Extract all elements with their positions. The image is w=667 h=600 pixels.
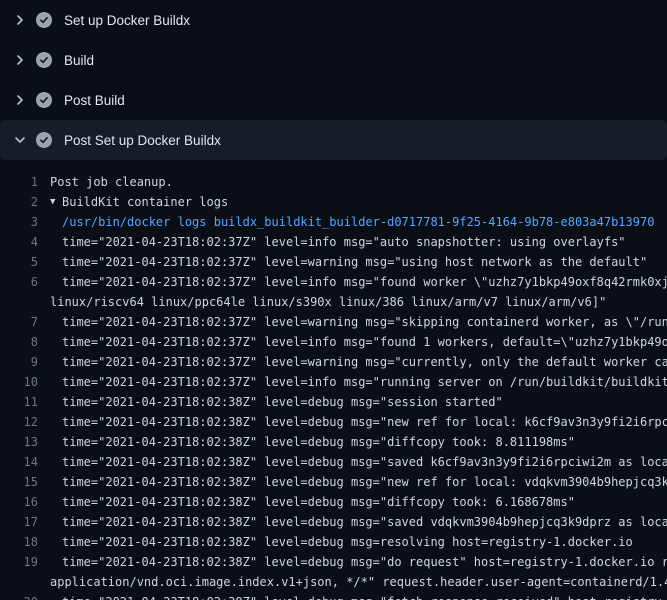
chevron-down-icon[interactable] — [12, 132, 28, 148]
log-line-text: time="2021-04-23T18:02:38Z" level=debug … — [62, 412, 667, 432]
log-line: 6 time="2021-04-23T18:02:37Z" level=info… — [0, 272, 667, 292]
log-line-text: time="2021-04-23T18:02:38Z" level=debug … — [62, 392, 503, 412]
log-line-text: time="2021-04-23T18:02:37Z" level=warnin… — [62, 312, 667, 332]
log-line: 8 time="2021-04-23T18:02:37Z" level=info… — [0, 332, 667, 352]
log-line-number[interactable]: 16 — [0, 492, 38, 512]
step-row[interactable]: Post Build — [0, 80, 667, 120]
log-line-number[interactable]: 14 — [0, 452, 38, 472]
log-line: 19 time="2021-04-23T18:02:38Z" level=deb… — [0, 552, 667, 572]
log-line-number[interactable]: 1 — [0, 172, 38, 192]
log-line-number[interactable]: 20 — [0, 592, 38, 600]
log-line: 2 ▼ BuildKit container logs — [0, 192, 667, 212]
log-line-number[interactable]: 10 — [0, 372, 38, 392]
log-line-text: time="2021-04-23T18:02:37Z" level=info m… — [62, 372, 667, 392]
step-row[interactable]: Post Set up Docker Buildx — [0, 120, 667, 160]
log-line-text: time="2021-04-23T18:02:37Z" level=info m… — [62, 332, 667, 352]
log-line-text: time="2021-04-23T18:02:38Z" level=debug … — [62, 592, 667, 600]
log-line-text: time="2021-04-23T18:02:37Z" level=warnin… — [62, 352, 667, 372]
log-line-number[interactable]: 3 — [0, 212, 38, 232]
log-line-number[interactable]: 4 — [0, 232, 38, 252]
log-line-text: time="2021-04-23T18:02:38Z" level=debug … — [62, 532, 633, 552]
log-line: 20 time="2021-04-23T18:02:38Z" level=deb… — [0, 592, 667, 600]
log-line: 7 time="2021-04-23T18:02:37Z" level=warn… — [0, 312, 667, 332]
chevron-right-icon[interactable] — [12, 52, 28, 68]
log-line: 9 time="2021-04-23T18:02:37Z" level=warn… — [0, 352, 667, 372]
log-line-text: time="2021-04-23T18:02:38Z" level=debug … — [62, 432, 575, 452]
log-line-text: Post job cleanup. — [50, 172, 173, 192]
log-line: 15 time="2021-04-23T18:02:38Z" level=deb… — [0, 472, 667, 492]
step-label: Post Set up Docker Buildx — [64, 133, 221, 148]
log-line-text: time="2021-04-23T18:02:38Z" level=debug … — [62, 552, 667, 572]
chevron-right-icon[interactable] — [12, 92, 28, 108]
log-line: linux/riscv64 linux/ppc64le linux/s390x … — [0, 292, 667, 312]
log-line: application/vnd.oci.image.index.v1+json,… — [0, 572, 667, 592]
step-label: Build — [64, 53, 94, 68]
chevron-right-icon[interactable] — [12, 12, 28, 28]
check-circle-icon — [36, 92, 52, 108]
log-line-number[interactable] — [0, 572, 38, 592]
step-row[interactable]: Build — [0, 40, 667, 80]
log-line-text: BuildKit container logs — [62, 192, 228, 212]
check-circle-icon — [36, 12, 52, 28]
step-label: Post Build — [64, 93, 125, 108]
log-line-number[interactable]: 12 — [0, 412, 38, 432]
log-line-number[interactable]: 2 — [0, 192, 38, 212]
actions-log-viewer: Set up Docker Buildx Build P — [0, 0, 667, 600]
log-line-text: time="2021-04-23T18:02:38Z" level=debug … — [62, 492, 575, 512]
step-row[interactable]: Set up Docker Buildx — [0, 0, 667, 40]
log-line-text: time="2021-04-23T18:02:37Z" level=info m… — [62, 272, 667, 292]
step-label: Set up Docker Buildx — [64, 13, 190, 28]
log-line-text: time="2021-04-23T18:02:38Z" level=debug … — [62, 512, 667, 532]
log-line-number[interactable]: 17 — [0, 512, 38, 532]
log-line: 4 time="2021-04-23T18:02:37Z" level=info… — [0, 232, 667, 252]
log-line-number[interactable]: 11 — [0, 392, 38, 412]
log-line: 14 time="2021-04-23T18:02:38Z" level=deb… — [0, 452, 667, 472]
log-line-text: linux/riscv64 linux/ppc64le linux/s390x … — [50, 292, 606, 312]
log-line: 16 time="2021-04-23T18:02:38Z" level=deb… — [0, 492, 667, 512]
log-line-number[interactable]: 6 — [0, 272, 38, 292]
log-line-text: time="2021-04-23T18:02:37Z" level=warnin… — [62, 252, 647, 272]
check-circle-icon — [36, 132, 52, 148]
log-line-number[interactable]: 19 — [0, 552, 38, 572]
log-line: 10 time="2021-04-23T18:02:37Z" level=inf… — [0, 372, 667, 392]
log-line: 18 time="2021-04-23T18:02:38Z" level=deb… — [0, 532, 667, 552]
log-line: 11 time="2021-04-23T18:02:38Z" level=deb… — [0, 392, 667, 412]
group-toggle-icon[interactable]: ▼ — [50, 192, 62, 212]
log-line-number[interactable]: 8 — [0, 332, 38, 352]
log-line: 12 time="2021-04-23T18:02:38Z" level=deb… — [0, 412, 667, 432]
log-line-number[interactable] — [0, 292, 38, 312]
log-line-number[interactable]: 18 — [0, 532, 38, 552]
log-line-text: /usr/bin/docker logs buildx_buildkit_bui… — [62, 212, 654, 232]
log-line-number[interactable]: 7 — [0, 312, 38, 332]
log-line-text: time="2021-04-23T18:02:38Z" level=debug … — [62, 452, 667, 472]
log-line: 3 /usr/bin/docker logs buildx_buildkit_b… — [0, 212, 667, 232]
log-line: 17 time="2021-04-23T18:02:38Z" level=deb… — [0, 512, 667, 532]
log-line: 5 time="2021-04-23T18:02:37Z" level=warn… — [0, 252, 667, 272]
log-line-number[interactable]: 13 — [0, 432, 38, 452]
steps-list: Set up Docker Buildx Build P — [0, 0, 667, 160]
log-line: 1 Post job cleanup. — [0, 172, 667, 192]
check-circle-icon — [36, 52, 52, 68]
log-line-number[interactable]: 15 — [0, 472, 38, 492]
log-line-number[interactable]: 9 — [0, 352, 38, 372]
log-area: 1 Post job cleanup. 2 ▼ BuildKit contain… — [0, 160, 667, 600]
log-line-text: time="2021-04-23T18:02:38Z" level=debug … — [62, 472, 667, 492]
log-line-text: time="2021-04-23T18:02:37Z" level=info m… — [62, 232, 626, 252]
log-line: 13 time="2021-04-23T18:02:38Z" level=deb… — [0, 432, 667, 452]
log-line-text: application/vnd.oci.image.index.v1+json,… — [50, 572, 667, 592]
log-line-number[interactable]: 5 — [0, 252, 38, 272]
